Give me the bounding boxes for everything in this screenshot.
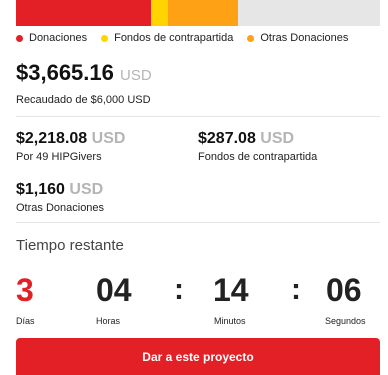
countdown-minutes: 14 [213, 272, 249, 308]
legend-item-matching: Fondos de contrapartida [101, 32, 233, 44]
countdown-days: 3 [16, 272, 34, 308]
currency-label: USD [69, 181, 104, 198]
give-to-project-button[interactable]: Dar a este proyecto [16, 338, 380, 375]
countdown-minutes-label: Minutos [214, 316, 246, 326]
countdown-seconds: 06 [326, 272, 362, 308]
legend-dot-icon [16, 34, 23, 42]
progress-legend: Donaciones Fondos de contrapartida Otras… [16, 32, 362, 44]
countdown-days-label: Días [16, 316, 35, 326]
countdown-separator: : [291, 273, 301, 306]
progress-segment [167, 0, 239, 26]
countdown-hours: 04 [96, 272, 132, 308]
legend-dot-icon [247, 34, 255, 42]
countdown-timer: 3 Días 04 Horas : 14 Minutos : 06 Segund… [16, 272, 380, 326]
legend-dot-icon [101, 34, 109, 42]
legend-label: Donaciones [29, 32, 88, 44]
donations-caption: Por 49 HIPGivers [16, 151, 102, 163]
other-donations-stat: $1,160 USD Otras Donaciones [16, 181, 104, 214]
raised-caption: Recaudado de $6,000 USD [16, 94, 151, 106]
legend-label: Fondos de contrapartida [114, 32, 234, 44]
matching-caption: Fondos de contrapartida [198, 151, 318, 163]
time-remaining-title: Tiempo restante [16, 237, 124, 254]
divider [16, 116, 380, 117]
matching-funds-stat: $287.08 USD Fondos de contrapartida [198, 130, 317, 163]
other-caption: Otras Donaciones [16, 202, 105, 214]
donations-stat: $2,218.08 USD Por 49 HIPGivers [16, 130, 125, 163]
divider [16, 222, 380, 223]
progress-segment [16, 0, 151, 26]
raised-amount: $3,665.16 USD [16, 60, 152, 85]
matching-amount: $287.08 USD [198, 130, 295, 147]
other-amount: $1,160 USD [16, 181, 104, 198]
legend-item-other: Otras Donaciones [247, 32, 348, 44]
countdown-hours-label: Horas [96, 316, 121, 326]
legend-item-donations: Donaciones [16, 32, 87, 44]
progress-segment [150, 0, 168, 26]
currency-label: USD [260, 130, 295, 147]
donations-amount: $2,218.08 USD [16, 130, 126, 147]
countdown-seconds-label: Segundos [325, 316, 366, 326]
currency-label: USD [120, 67, 152, 84]
legend-label: Otras Donaciones [260, 32, 349, 44]
raised-total: $3,665.16 USD Recaudado de $6,000 USD [16, 60, 152, 106]
funding-progress-bar [16, 0, 380, 26]
currency-label: USD [91, 130, 126, 147]
countdown-separator: : [174, 273, 184, 306]
